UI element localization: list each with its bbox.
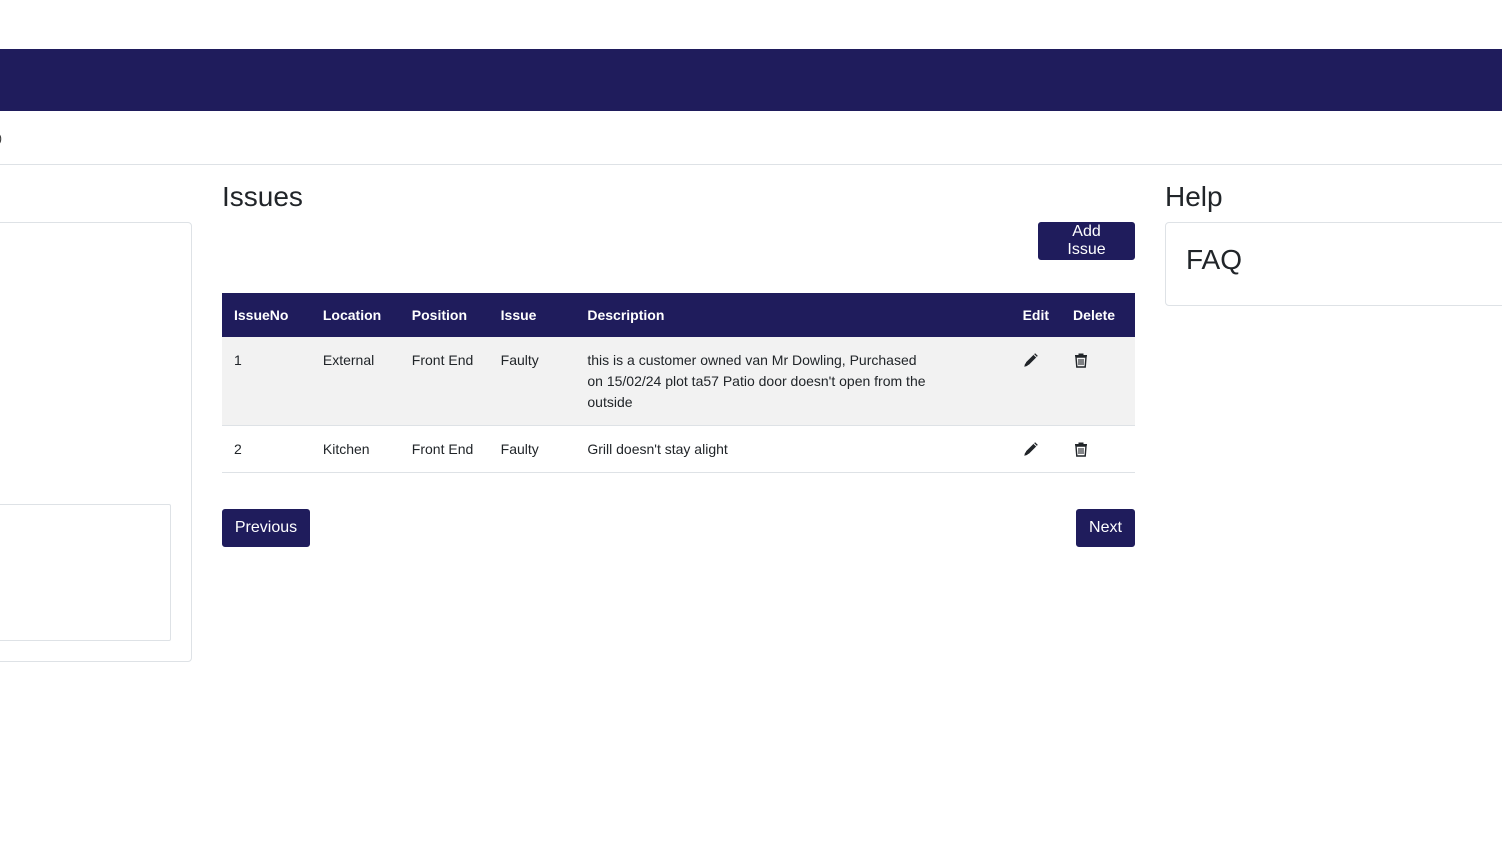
help-title: Help [1165,181,1223,212]
pencil-icon[interactable] [1023,352,1039,368]
top-navbar [0,49,1502,111]
column-header-issueno: IssueNo [222,293,311,337]
issues-title: Issues [222,181,303,212]
column-header-delete: Delete [1061,293,1135,337]
left-panel-inner-box [0,504,171,641]
cell-position: Front End [399,337,489,426]
cell-issueno: 2 [222,425,311,473]
cell-issue: Faulty [488,425,576,473]
cell-edit [1010,337,1062,426]
description-text: this is a customer owned van Mr Dowling,… [587,352,926,410]
breadcrumb-bar: ) [0,111,1502,165]
previous-page-button[interactable]: Previous [222,509,310,547]
faq-card: FAQ [1165,222,1502,306]
cell-issue: Faulty [488,337,576,426]
trash-icon[interactable] [1073,441,1089,457]
cell-delete [1061,425,1135,473]
column-header-location: Location [310,293,400,337]
issues-table: IssueNo Location Position Issue Descript… [222,293,1135,473]
trash-icon[interactable] [1073,352,1089,368]
column-header-edit: Edit [1010,293,1062,337]
cell-description: this is a customer owned van Mr Dowling,… [575,337,1011,426]
cell-issueno: 1 [222,337,311,426]
cell-description: Grill doesn't stay alight [575,425,1011,473]
description-text: Grill doesn't stay alight [587,441,728,457]
cell-location: Kitchen [310,425,400,473]
next-page-button[interactable]: Next [1076,509,1135,547]
cell-delete [1061,337,1135,426]
breadcrumb: ) [0,131,2,145]
column-header-description: Description [575,293,1011,337]
pencil-icon[interactable] [1023,441,1039,457]
faq-title: FAQ [1186,244,1243,275]
table-row: 2 Kitchen Front End Faulty Grill doesn't… [222,425,1135,473]
table-header-row: IssueNo Location Position Issue Descript… [222,293,1135,337]
column-header-position: Position [399,293,489,337]
column-header-issue: Issue [488,293,576,337]
cell-position: Front End [399,425,489,473]
table-row: 1 External Front End Faulty this is a cu… [222,337,1135,426]
cell-location: External [310,337,400,426]
add-issue-button[interactable]: Add Issue [1038,222,1135,260]
cell-edit [1010,425,1062,473]
